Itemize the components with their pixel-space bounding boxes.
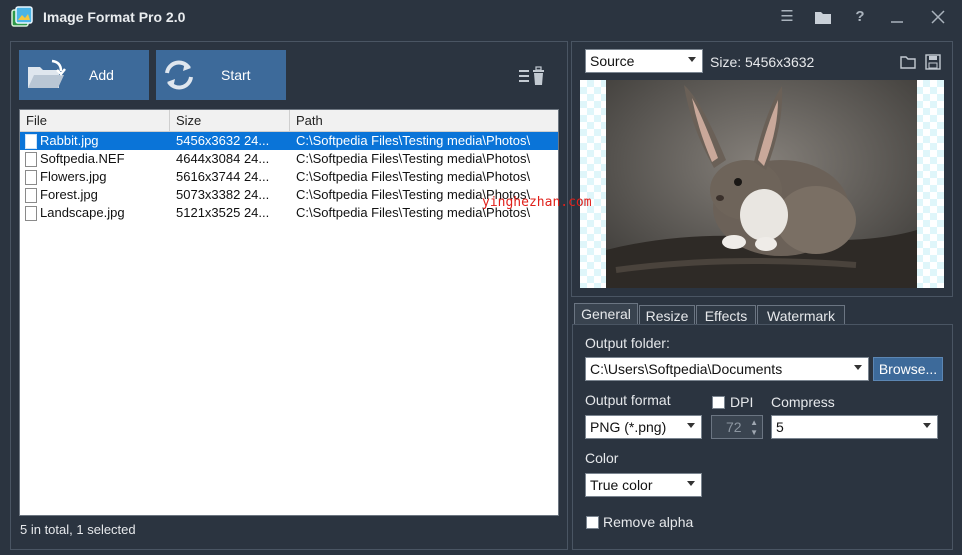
folder-icon[interactable] [811,6,835,28]
output-format-label: Output format [585,392,671,408]
file-path-cell: C:\Softpedia Files\Testing media\Photos\ [296,133,531,148]
tab-bar: General Resize Effects Watermark [572,303,952,325]
color-select[interactable]: True color [585,473,702,497]
file-path-cell: C:\Softpedia Files\Testing media\Photos\ [296,169,531,184]
output-folder-label: Output folder: [585,335,670,351]
chevron-down-icon [854,365,862,370]
file-size-cell: 5073x3382 24... [176,187,270,202]
dpi-checkbox[interactable] [712,396,725,409]
rabbit-photo [606,80,917,288]
table-row[interactable]: Rabbit.jpg 5456x3632 24... C:\Softpedia Fi… [20,132,558,150]
file-icon [25,152,37,167]
refresh-icon [165,60,193,90]
add-button-label: Add [89,67,114,83]
dpi-label: DPI [730,394,754,410]
column-header-size[interactable]: Size [170,110,290,131]
table-row[interactable]: Flowers.jpg 5616x3744 24... C:\Softpedia F… [20,168,558,186]
remove-alpha-label: Remove alpha [603,514,694,530]
tab-effects[interactable]: Effects [696,305,756,325]
column-header-path[interactable]: Path [290,110,558,131]
output-format-value: PNG (*.png) [590,419,667,435]
chevron-down-icon [687,481,695,486]
file-icon [25,170,37,185]
color-value: True color [590,477,653,493]
table-row[interactable]: Softpedia.NEF 4644x3084 24... C:\Softpedia… [20,150,558,168]
close-icon[interactable] [926,6,950,28]
tab-watermark[interactable]: Watermark [757,305,845,325]
list-header: File Size Path [20,110,558,132]
file-size-cell: 5121x3525 24... [176,205,270,220]
tab-resize[interactable]: Resize [639,305,695,325]
start-button[interactable]: Start [156,50,286,100]
spin-down-icon[interactable]: ▼ [750,428,758,437]
file-icon [25,134,37,149]
file-name-cell: Landscape.jpg [40,205,125,220]
file-size-cell: 5616x3744 24... [176,169,270,184]
remove-alpha-checkbox[interactable] [586,516,599,529]
browse-button[interactable]: Browse... [873,357,943,381]
status-bar-text: 5 in total, 1 selected [20,522,136,537]
menu-icon[interactable]: ☰ [775,6,799,28]
start-button-label: Start [221,67,251,83]
file-size-cell: 4644x3084 24... [176,151,270,166]
general-settings-panel: Output folder: C:\Users\Softpedia\Docume… [572,324,953,550]
file-panel: Add Start File Size Path Rabbit.jpg 5456x… [10,41,568,550]
add-folder-icon [28,59,66,88]
app-title: Image Format Pro 2.0 [43,9,186,25]
file-name-cell: Softpedia.NEF [40,151,125,166]
file-name-cell: Rabbit.jpg [40,133,99,148]
watermark-text: yinghezhan.com [482,195,592,210]
file-name-cell: Flowers.jpg [40,169,107,184]
open-folder-icon[interactable] [900,55,916,69]
file-path-cell: C:\Softpedia Files\Testing media\Photos\ [296,151,531,166]
file-name-cell: Forest.jpg [40,187,98,202]
file-icon [25,188,37,203]
add-button[interactable]: Add [19,50,149,100]
preview-panel: Source Size: 5456x3632 [571,41,953,297]
dpi-value: 72 [726,419,742,435]
image-size-label: Size: 5456x3632 [710,54,815,70]
title-bar: Image Format Pro 2.0 ☰ ? [0,0,962,36]
spin-up-icon[interactable]: ▲ [750,418,758,427]
app-logo-icon [10,6,34,30]
tab-general[interactable]: General [574,303,638,325]
dpi-spinbox[interactable]: 72 ▲ ▼ [711,415,763,439]
compress-label: Compress [771,394,835,410]
table-row[interactable]: Landscape.jpg 5121x3525 24... C:\Softpedia… [20,204,558,222]
source-select-value: Source [590,53,635,69]
save-icon[interactable] [925,54,941,70]
column-header-file[interactable]: File [20,110,170,131]
table-row[interactable]: Forest.jpg 5073x3382 24... C:\Softpedia Fi… [20,186,558,204]
color-label: Color [585,450,619,466]
file-icon [25,206,37,221]
minimize-icon[interactable] [885,6,909,28]
output-format-select[interactable]: PNG (*.png) [585,415,702,439]
compress-select[interactable]: 5 [771,415,938,439]
file-list[interactable]: File Size Path Rabbit.jpg 5456x3632 24...… [19,109,559,516]
output-folder-value: C:\Users\Softpedia\Documents [590,361,783,377]
chevron-down-icon [688,57,696,62]
source-select[interactable]: Source [585,49,703,73]
preview-canvas [580,80,944,288]
chevron-down-icon [687,423,695,428]
help-icon[interactable]: ? [848,6,872,28]
clear-list-icon[interactable] [518,66,548,86]
chevron-down-icon [923,423,931,428]
file-size-cell: 5456x3632 24... [176,133,270,148]
output-folder-select[interactable]: C:\Users\Softpedia\Documents [585,357,869,381]
compress-value: 5 [776,419,784,435]
